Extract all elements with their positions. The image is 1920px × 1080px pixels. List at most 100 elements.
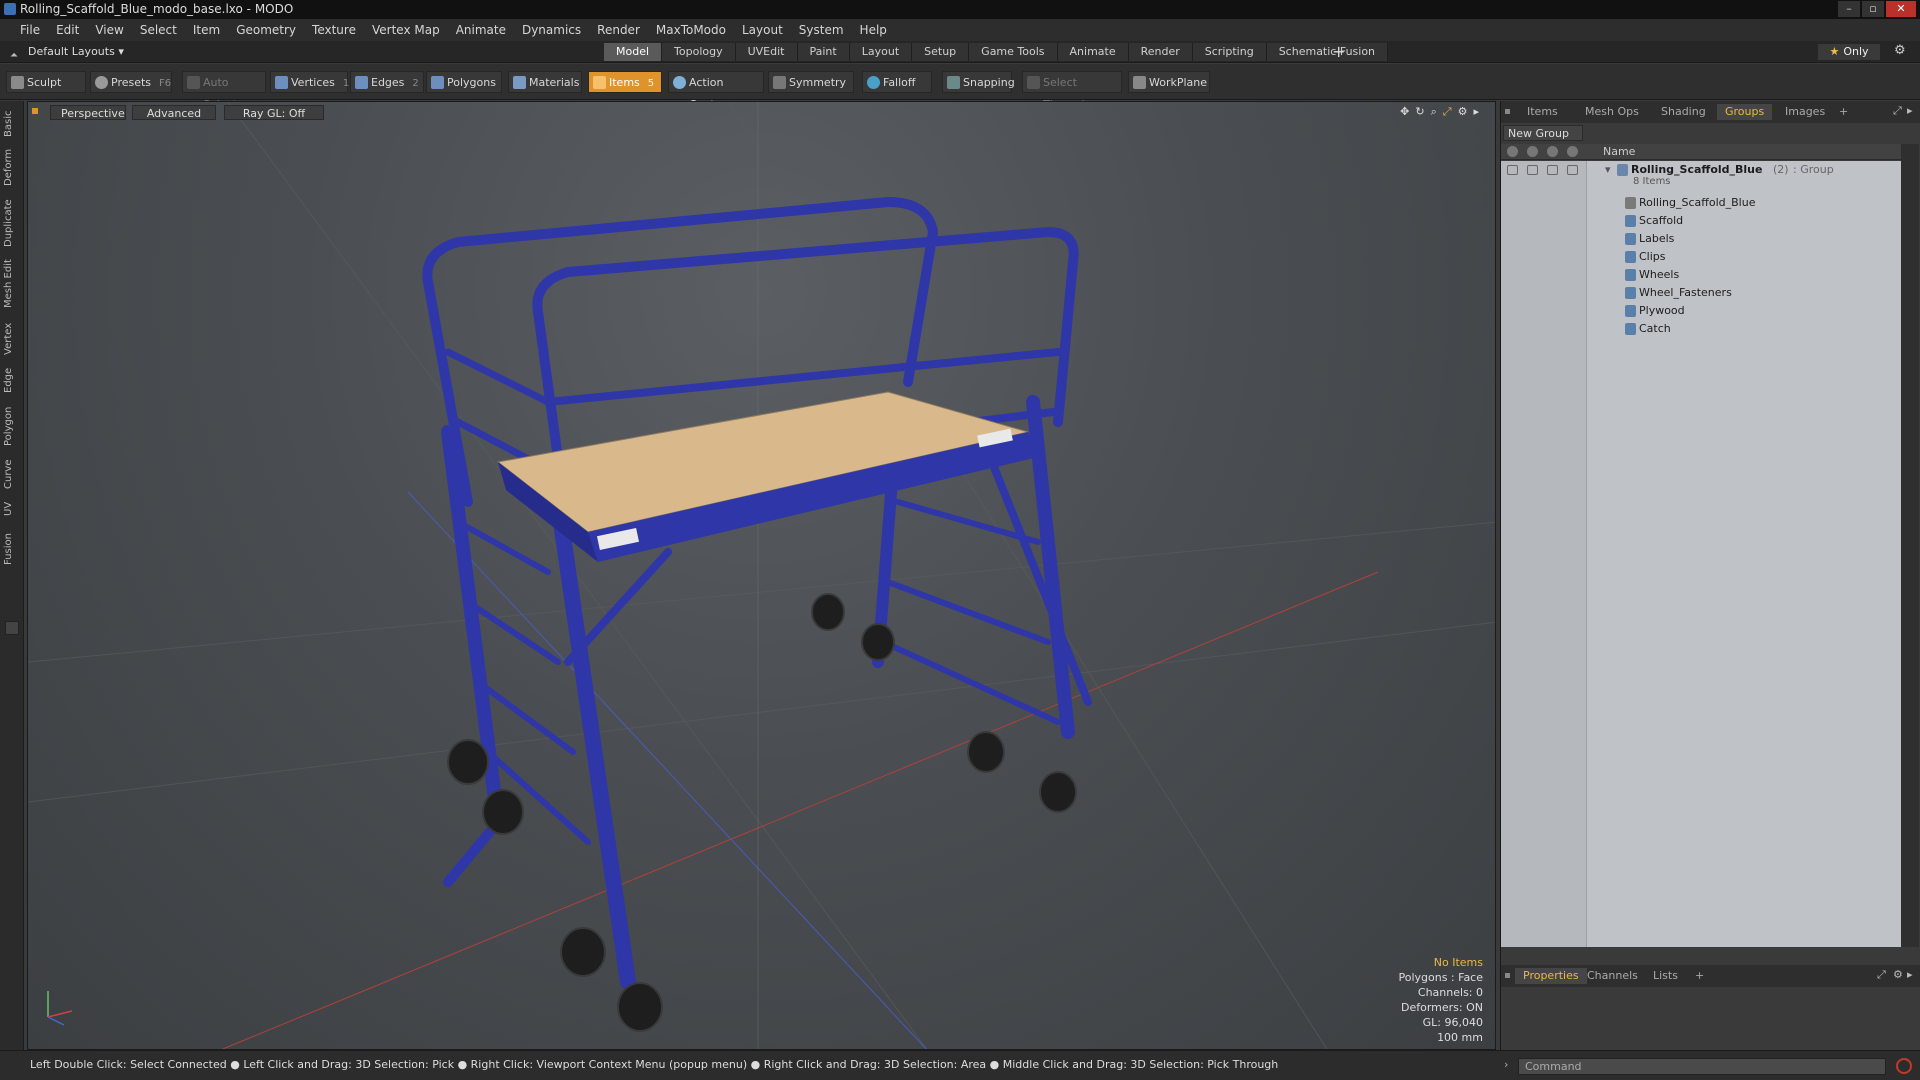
tree-item-wheel-fasteners[interactable]: Wheel_Fasteners [1501,284,1901,302]
palette-toggle-icon[interactable] [5,621,19,635]
sculpt-button[interactable]: Sculpt [6,71,86,93]
vtab-mesh-edit[interactable]: Mesh Edit [3,257,21,311]
falloff-button[interactable]: Falloff [862,71,932,93]
menu-help[interactable]: Help [852,23,895,37]
tab-shading[interactable]: Shading [1653,104,1714,120]
close-button[interactable]: ✕ [1886,1,1916,17]
maximize-button[interactable]: ▫ [1862,1,1884,17]
menu-view[interactable]: View [87,23,131,37]
menu-animate[interactable]: Animate [448,23,514,37]
tab-render[interactable]: Render [1128,43,1193,61]
menu-vertex-map[interactable]: Vertex Map [364,23,448,37]
vtab-fusion[interactable]: Fusion [3,529,21,569]
edges-button[interactable]: Edges 2 [350,71,424,93]
menu-system[interactable]: System [791,23,852,37]
tab-topology[interactable]: Topology [662,43,736,61]
tab-groups[interactable]: Groups [1717,104,1773,120]
vtab-basic[interactable]: Basic [3,107,21,141]
raygl-button[interactable]: Ray GL: Off [224,105,324,120]
tree-item-plywood[interactable]: Plywood [1501,302,1901,320]
fit-view-icon[interactable]: ⤢ [1443,105,1452,119]
tab-paint[interactable]: Paint [797,43,850,61]
tree-item-clips[interactable]: Clips [1501,248,1901,266]
vtab-duplicate[interactable]: Duplicate [3,197,21,249]
view-perspective-button[interactable]: Perspective [50,105,126,120]
snapping-button[interactable]: Snapping [942,71,1015,93]
props-settings-icon[interactable]: ⚙ [1893,968,1903,981]
workplane-button[interactable]: WorkPlane [1128,71,1210,93]
tab-model[interactable]: Model [604,43,663,61]
vtab-uv[interactable]: UV [3,497,21,521]
tree-scrollbar[interactable] [1901,144,1919,947]
visibility-eye-icon[interactable] [1507,165,1518,175]
select-through-button[interactable]: Select Through [1022,71,1122,111]
vtab-edge[interactable]: Edge [3,365,21,395]
zoom-view-icon[interactable]: ⌕ [1431,105,1437,119]
tab-game-tools[interactable]: Game Tools [969,43,1058,61]
panel-menu-arrow-icon[interactable]: ▸ [1907,104,1913,117]
tab-schematic-fusion[interactable]: Schematic Fusion [1266,43,1389,61]
vertices-button[interactable]: Vertices 1 [270,71,349,93]
tree-item-scaffold[interactable]: Scaffold [1501,212,1901,230]
polygons-button[interactable]: Polygons [426,71,502,93]
only-toggle-button[interactable]: ★ Only [1818,44,1880,60]
add-props-tab-button[interactable]: + [1687,968,1712,984]
vtab-vertex[interactable]: Vertex [3,319,21,359]
expand-props-icon[interactable]: ⤢ [1877,968,1886,982]
menu-item[interactable]: Item [185,23,228,37]
group-row[interactable]: ▾ Rolling_Scaffold_Blue (2) : Group 8 It… [1501,161,1901,193]
gear-icon[interactable]: ⚙ [1894,43,1906,58]
props-menu-arrow-icon[interactable]: ▸ [1907,968,1913,981]
menu-maxtomodo[interactable]: MaxToModo [648,23,734,37]
menu-texture[interactable]: Texture [304,23,364,37]
select-toggle-icon[interactable] [1567,165,1578,175]
add-tab-button[interactable]: + [1332,42,1345,61]
3d-viewport[interactable]: Perspective Advanced Ray GL: Off ✥ ↻ ⌕ ⤢… [27,101,1496,1050]
menu-file[interactable]: File [12,23,48,37]
menu-edit[interactable]: Edit [48,23,87,37]
tab-mesh-ops[interactable]: Mesh Ops [1577,104,1647,120]
new-group-button[interactable]: New Group [1503,125,1583,141]
tab-properties[interactable]: Properties [1515,968,1587,984]
viewport-menu-arrow-icon[interactable]: ▸ [1473,105,1479,119]
menu-dynamics[interactable]: Dynamics [514,23,589,37]
items-button[interactable]: Items 5 [588,71,662,93]
render-icon[interactable] [1547,146,1558,157]
collapse-arrow-icon[interactable]: ▾ [1605,163,1611,176]
expand-panel-icon[interactable]: ⤢ [1893,104,1902,118]
vtab-deform[interactable]: Deform [3,147,21,187]
render-toggle-icon[interactable] [1547,165,1558,175]
vtab-polygon[interactable]: Polygon [3,403,21,449]
presets-button[interactable]: Presets F6 [90,71,172,93]
tab-scripting[interactable]: Scripting [1192,43,1267,61]
tab-lists[interactable]: Lists [1645,968,1686,984]
name-column-header[interactable]: Name [1603,145,1635,158]
tree-item-rolling-scaffold-blue[interactable]: Rolling_Scaffold_Blue [1501,194,1901,212]
lock-icon[interactable] [1527,146,1538,157]
tab-images[interactable]: Images [1777,104,1833,120]
stop-icon[interactable] [1896,1058,1912,1074]
menu-select[interactable]: Select [132,23,185,37]
move-view-icon[interactable]: ✥ [1400,105,1409,119]
materials-button[interactable]: Materials [508,71,582,93]
tree-item-labels[interactable]: Labels [1501,230,1901,248]
tab-setup[interactable]: Setup [912,43,970,61]
tree-item-catch[interactable]: Catch [1501,320,1901,338]
tab-channels[interactable]: Channels [1579,968,1646,984]
tab-uvedit[interactable]: UVEdit [735,43,798,61]
symmetry-button[interactable]: Symmetry [768,71,854,93]
auto-select-button[interactable]: Auto Select [182,71,266,111]
action-center-button[interactable]: Action Center [668,71,764,111]
tab-animate[interactable]: Animate [1057,43,1129,61]
select-icon[interactable] [1567,146,1578,157]
menu-render[interactable]: Render [589,23,648,37]
rotate-view-icon[interactable]: ↻ [1415,105,1424,119]
lock-toggle-icon[interactable] [1527,165,1538,175]
minimize-button[interactable]: – [1838,1,1860,17]
add-panel-tab-button[interactable]: + [1831,104,1856,120]
menu-geometry[interactable]: Geometry [228,23,304,37]
layout-dropdown[interactable]: ⏶ Default Layouts ▾ [8,43,124,61]
eye-icon[interactable] [1507,146,1518,157]
tab-layout[interactable]: Layout [849,43,913,61]
tree-item-wheels[interactable]: Wheels [1501,266,1901,284]
